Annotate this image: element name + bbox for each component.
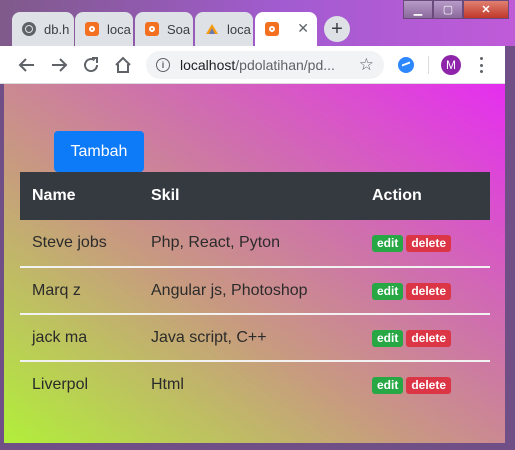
globe-icon [22, 22, 36, 36]
cell-action: edit delete [360, 360, 490, 408]
cell-name: jack ma [20, 313, 139, 361]
cell-skill: Angular js, Photoshop [139, 266, 360, 314]
header-skill: Skil [139, 172, 360, 220]
delete-button[interactable]: delete [406, 235, 452, 252]
xampp-icon [85, 22, 99, 36]
edit-button[interactable]: edit [372, 377, 404, 394]
reload-button[interactable] [80, 54, 102, 76]
maximize-button[interactable]: ▢ [433, 0, 463, 19]
table-row: Steve jobs Php, React, Pyton edit delete [20, 220, 490, 267]
tab-label: loca [107, 21, 131, 37]
data-table: Name Skil Action Steve jobs Php, React, … [20, 172, 490, 408]
window-frame-left [0, 84, 4, 450]
window-frame-right [505, 46, 515, 450]
delete-button[interactable]: delete [406, 329, 452, 347]
delete-button[interactable]: delete [406, 377, 452, 394]
new-tab-button[interactable]: + [324, 16, 350, 42]
add-button[interactable]: Tambah [54, 131, 144, 172]
bookmark-star-icon[interactable]: ☆ [359, 55, 374, 75]
forward-arrow-icon [52, 58, 68, 72]
forward-button[interactable] [48, 54, 70, 76]
browser-toolbar: i localhost/pdolatihan/pd... ☆ M [0, 46, 515, 84]
reload-icon [84, 57, 99, 73]
cell-action: edit delete [360, 220, 490, 267]
cell-skill: Html [139, 360, 360, 408]
cell-skill: Php, React, Pyton [151, 234, 280, 251]
table-header-row: Name Skil Action [20, 172, 490, 220]
tab-label: Soa [167, 21, 191, 37]
back-button[interactable] [16, 54, 38, 76]
xampp-icon [145, 22, 159, 36]
back-arrow-icon [18, 58, 34, 72]
home-button[interactable] [112, 54, 134, 76]
close-tab-icon[interactable]: ✕ [297, 20, 309, 37]
window-frame-bottom [0, 443, 515, 450]
browser-tab-2[interactable]: loca [75, 12, 133, 46]
xampp-icon [265, 22, 279, 36]
more-menu-icon[interactable] [476, 56, 486, 74]
edit-button[interactable]: edit [372, 235, 404, 252]
browser-tab-3[interactable]: Soa [135, 12, 193, 46]
table-row: Marq z Angular js, Photoshop edit delete [20, 266, 490, 314]
cell-skill: Java script, C++ [139, 313, 360, 361]
browser-tab-1[interactable]: db.h [12, 12, 74, 46]
cell-name: Marq z [20, 266, 139, 314]
browser-tab-4[interactable]: loca [195, 12, 253, 46]
toolbar-divider [428, 56, 429, 74]
window-controls: ▁ ▢ ✕ [403, 0, 509, 20]
minimize-button[interactable]: ▁ [403, 0, 433, 19]
address-bar[interactable]: i localhost/pdolatihan/pd... ☆ [146, 51, 384, 79]
page-viewport: Tambah Name Skil Action Steve jobs Php, … [4, 84, 505, 443]
profile-avatar[interactable]: M [441, 55, 461, 75]
messenger-extension-icon[interactable] [398, 57, 414, 73]
cell-name: Liverpol [20, 360, 139, 408]
url-path: /pdolatihan/pd... [235, 57, 335, 73]
cell-action: edit delete [360, 266, 490, 314]
url-host: localhost [180, 57, 236, 73]
cell-action: edit delete [360, 313, 490, 361]
cell-name: Steve jobs [32, 234, 107, 251]
home-icon [115, 56, 131, 73]
tab-label: db.h [44, 21, 70, 37]
header-action: Action [360, 172, 490, 220]
window-close-button[interactable]: ✕ [463, 0, 509, 19]
edit-button[interactable]: edit [372, 282, 404, 300]
table-row: Liverpol Html edit delete [20, 360, 490, 408]
table-row: jack ma Java script, C++ edit delete [20, 313, 490, 361]
delete-button[interactable]: delete [406, 282, 452, 300]
header-name: Name [20, 172, 139, 220]
browser-titlebar: db.h loca Soa loca ✕ + ▁ ▢ ✕ [0, 0, 515, 46]
info-icon[interactable]: i [156, 58, 170, 72]
phpmyadmin-icon [205, 22, 219, 36]
edit-button[interactable]: edit [372, 329, 404, 347]
browser-tab-5-active[interactable]: ✕ [255, 12, 317, 46]
tab-label: loca [227, 21, 251, 37]
